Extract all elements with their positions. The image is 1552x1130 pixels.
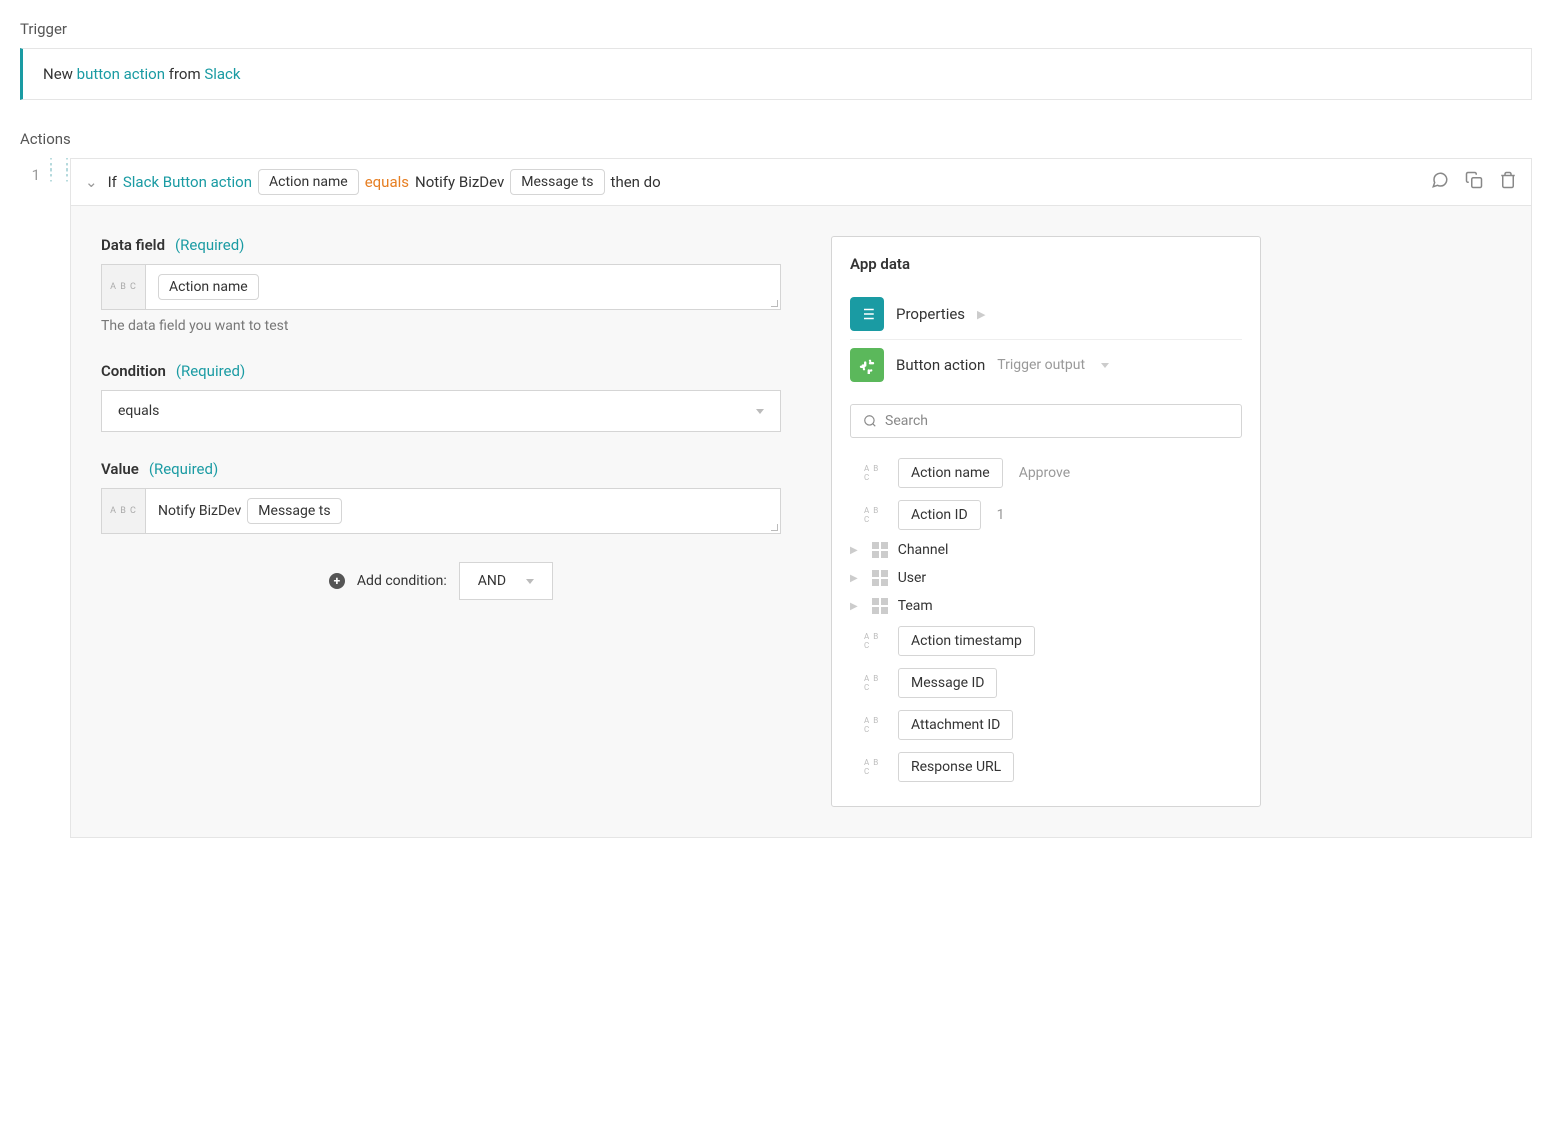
- grid-icon: [872, 598, 888, 614]
- data-field-group: Data field (Required) A B C Action name …: [101, 236, 781, 334]
- panel-title: App data: [850, 255, 1242, 273]
- trigger-section-label: Trigger: [20, 20, 1532, 38]
- data-item-response-url[interactable]: A B C Response URL: [864, 746, 1242, 788]
- data-item-attachment-id[interactable]: A B C Attachment ID: [864, 704, 1242, 746]
- chevron-down-icon: [526, 579, 534, 584]
- resize-handle-icon[interactable]: [768, 521, 778, 531]
- trigger-box[interactable]: New button action from Slack: [20, 48, 1532, 100]
- chevron-right-icon: ▶: [850, 601, 858, 612]
- data-item-team[interactable]: ▶ Team: [850, 592, 1242, 620]
- summary-condition: equals: [365, 173, 409, 191]
- button-action-row[interactable]: Button action Trigger output: [850, 340, 1242, 390]
- summary-value-pill[interactable]: Message ts: [510, 169, 604, 195]
- summary-value-text: Notify BizDev: [415, 173, 504, 191]
- summary-source-link[interactable]: Slack Button action: [123, 173, 252, 191]
- condition-select[interactable]: equals: [101, 390, 781, 432]
- grid-icon: [872, 570, 888, 586]
- summary-field-pill[interactable]: Action name: [258, 169, 359, 195]
- copy-icon[interactable]: [1465, 171, 1483, 193]
- search-icon: [863, 414, 877, 428]
- trigger-source-link[interactable]: Slack: [204, 65, 240, 83]
- data-item-channel[interactable]: ▶ Channel: [850, 536, 1242, 564]
- comment-icon[interactable]: [1431, 171, 1449, 193]
- value-pill[interactable]: Message ts: [247, 498, 341, 524]
- step-card: ⌄ If Slack Button action Action name equ…: [70, 158, 1532, 838]
- value-input[interactable]: A B C Notify BizDev Message ts: [101, 488, 781, 534]
- data-field-help: The data field you want to test: [101, 318, 781, 334]
- trigger-summary: New button action from Slack: [43, 65, 1511, 83]
- chevron-down-icon: [756, 409, 764, 414]
- abc-prefix-icon: A B C: [102, 265, 146, 309]
- properties-row[interactable]: Properties ▶: [850, 289, 1242, 340]
- add-condition-label: Add condition:: [357, 573, 447, 589]
- abc-icon: A B C: [864, 758, 888, 776]
- abc-icon: A B C: [864, 716, 888, 734]
- value-group: Value (Required) A B C Notify BizDev Mes…: [101, 460, 781, 534]
- list-icon: [850, 297, 884, 331]
- required-badge: (Required): [175, 236, 244, 254]
- slack-icon: [850, 348, 884, 382]
- abc-icon: A B C: [864, 464, 888, 482]
- value-label: Value: [101, 460, 139, 478]
- abc-icon: A B C: [864, 506, 888, 524]
- data-field-pill[interactable]: Action name: [158, 274, 259, 300]
- condition-label: Condition: [101, 362, 166, 380]
- app-data-panel: App data Properties ▶ Button action: [831, 236, 1261, 807]
- step-header: ⌄ If Slack Button action Action name equ…: [71, 159, 1531, 206]
- data-item-user[interactable]: ▶ User: [850, 564, 1242, 592]
- trigger-action-link[interactable]: button action: [77, 65, 165, 83]
- chevron-down-icon: [1101, 363, 1109, 368]
- condition-group: Condition (Required) equals: [101, 362, 781, 432]
- plus-circle-icon[interactable]: +: [329, 573, 345, 589]
- grid-icon: [872, 542, 888, 558]
- chevron-right-icon: ▶: [977, 308, 985, 321]
- step-summary[interactable]: ⌄ If Slack Button action Action name equ…: [85, 169, 661, 195]
- data-item-action-timestamp[interactable]: A B C Action timestamp: [864, 620, 1242, 662]
- operator-select[interactable]: AND: [459, 562, 553, 600]
- data-item-action-id[interactable]: A B C Action ID 1: [864, 494, 1242, 536]
- abc-icon: A B C: [864, 632, 888, 650]
- data-item-message-id[interactable]: A B C Message ID: [864, 662, 1242, 704]
- resize-handle-icon[interactable]: [768, 297, 778, 307]
- actions-section-label: Actions: [20, 130, 1532, 148]
- chevron-right-icon: ▶: [850, 573, 858, 584]
- required-badge: (Required): [149, 460, 218, 478]
- search-input[interactable]: Search: [850, 404, 1242, 438]
- abc-icon: A B C: [864, 674, 888, 692]
- data-field-label: Data field: [101, 236, 165, 254]
- abc-prefix-icon: A B C: [102, 489, 146, 533]
- trash-icon[interactable]: [1499, 171, 1517, 193]
- chevron-right-icon: ▶: [850, 545, 858, 556]
- required-badge: (Required): [176, 362, 245, 380]
- data-field-input[interactable]: A B C Action name: [101, 264, 781, 310]
- data-item-action-name[interactable]: A B C Action name Approve: [864, 452, 1242, 494]
- chevron-down-icon[interactable]: ⌄: [85, 173, 98, 191]
